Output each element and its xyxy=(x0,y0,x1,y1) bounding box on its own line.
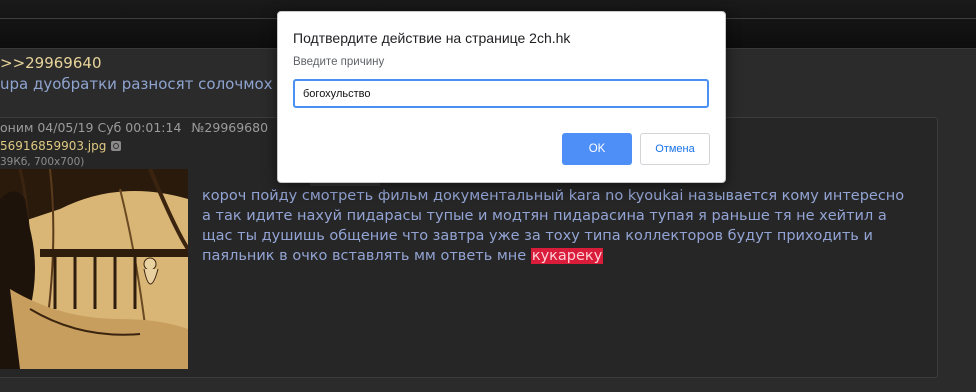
attachment-thumbnail[interactable] xyxy=(0,169,188,369)
post-number[interactable]: №29969680 xyxy=(191,120,268,135)
confirm-dialog: Подтвердите действие на странице 2ch.hk … xyxy=(277,11,726,183)
post-date: 04/05/19 Суб 00:01:14 xyxy=(37,120,182,135)
attachment-filename[interactable]: 56916859903.jpg xyxy=(0,139,122,153)
post-header: оним 04/05/19 Суб 00:01:14 №29969680 18 xyxy=(0,120,294,135)
anime-illustration-image xyxy=(0,169,188,369)
attachment-filename-text[interactable]: 56916859903.jpg xyxy=(0,139,106,153)
ok-button[interactable]: OK xyxy=(562,133,632,165)
search-icon[interactable] xyxy=(111,141,122,151)
dialog-title: Подтвердите действие на странице 2ch.hk xyxy=(293,30,571,46)
cancel-button[interactable]: Отмена xyxy=(640,133,710,165)
reason-input[interactable] xyxy=(293,79,709,108)
post-author: оним xyxy=(0,120,34,135)
op-reference-link[interactable]: >>29969640 xyxy=(0,54,101,72)
spoiler-text[interactable]: кукареку xyxy=(530,248,604,264)
attachment-meta: 39Кб, 700x700) xyxy=(0,156,85,168)
post-body: короч пойду смотреть фильм документальны… xyxy=(202,186,912,266)
dialog-message: Введите причину xyxy=(293,56,385,68)
